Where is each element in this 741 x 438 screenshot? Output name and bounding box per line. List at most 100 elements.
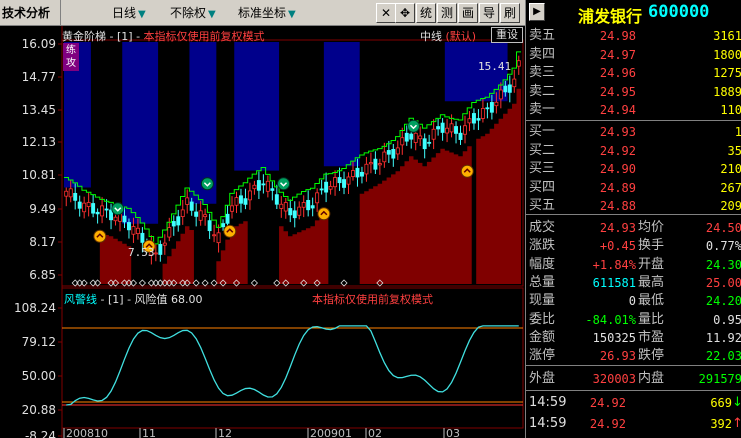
bid-row[interactable]: 买一 24.93 1 <box>526 123 741 141</box>
y-tick-label: -8.24 <box>25 429 56 438</box>
candle-body <box>395 147 400 155</box>
ask-price: 24.97 <box>599 47 636 62</box>
tick-price: 24.92 <box>589 417 626 431</box>
candle-body <box>418 135 423 140</box>
panel-toggle-button[interactable]: ▶ <box>529 3 545 21</box>
candle-body <box>333 177 338 188</box>
tick-volume: 669 <box>710 396 732 410</box>
stat-label: 涨停 <box>529 348 556 364</box>
candle-body <box>239 195 243 204</box>
candle-body <box>507 84 512 93</box>
candle-body <box>463 125 467 135</box>
stat-row: 成交 24.93 均价 24.50 <box>526 219 741 237</box>
candle-body <box>95 211 100 215</box>
ask-volume: 1889 <box>713 84 741 99</box>
quote-panel: 卖五 24.98 3161 卖四 24.97 1800 卖三 24.96 1275 卖二 24.95… <box>525 26 741 438</box>
stat-label: 开盘 <box>638 256 665 272</box>
bid-volume: 210 <box>720 162 741 176</box>
draw-button[interactable]: 画 <box>458 3 478 23</box>
candle-body <box>485 107 490 110</box>
candle-body <box>243 198 248 205</box>
stat-row: 金额 150325 市盈 11.92 <box>526 329 741 347</box>
ask-row[interactable]: 卖四 24.97 1800 <box>526 46 741 64</box>
ask-row[interactable]: 卖五 24.98 3161 <box>526 27 741 45</box>
stock-code: 600000 <box>648 2 710 22</box>
x-tick-label: 03 <box>446 427 460 438</box>
candle-body <box>404 132 409 142</box>
risk-label: 风险值 <box>134 293 168 306</box>
candle-body <box>225 213 230 224</box>
candle-body <box>422 138 427 150</box>
bid-price: 24.89 <box>599 180 636 195</box>
y-tick-label: 16.09 <box>22 37 56 51</box>
divider <box>526 365 741 366</box>
candle-body <box>247 190 252 201</box>
bid-row[interactable]: 买五 24.88 209 <box>526 197 741 215</box>
sub-indicator-notice: 本指标仅使用前复权模式 <box>312 293 433 306</box>
indicator-name[interactable]: 黄金阶梯 <box>62 30 106 43</box>
guide-button[interactable]: 导 <box>479 3 499 23</box>
stat-label: 金额 <box>529 329 556 345</box>
ask-price: 24.94 <box>599 103 636 117</box>
ask-row[interactable]: 卖三 24.96 1275 <box>526 64 741 82</box>
sell-signal-icon <box>223 224 237 238</box>
outer-value: 320003 <box>592 372 636 386</box>
candle-body <box>100 205 105 217</box>
buy-signal-icon <box>111 202 125 216</box>
candle-body <box>489 102 494 113</box>
candle-body <box>471 113 476 124</box>
adjust-select[interactable]: 不除权 ▼ <box>170 4 216 21</box>
y-tick-label: 13.45 <box>22 103 56 117</box>
candle-body <box>368 162 373 165</box>
stat-row: 涨停 26.93 跌停 22.03 <box>526 347 741 365</box>
bid-row[interactable]: 买四 24.89 267 <box>526 179 741 197</box>
stat-label: 换手 <box>638 238 665 254</box>
refresh-button[interactable]: 刷 <box>500 3 520 23</box>
sub-indicator-name[interactable]: 风警线 <box>64 293 97 306</box>
stat-row: 委比 -84.01% 量比 0.95 <box>526 311 741 329</box>
candle-body <box>427 141 432 144</box>
stat-button[interactable]: 统 <box>416 3 436 23</box>
candle-body <box>458 132 463 140</box>
stat-label: 成交 <box>529 220 556 235</box>
move-button[interactable]: ✥ <box>395 3 415 23</box>
indicator-notice: 本指标仅使用前复权模式 <box>143 30 265 43</box>
ladder-band-blue <box>323 42 360 167</box>
close-icon[interactable]: ✕ <box>376 3 396 23</box>
period-select[interactable]: 日线 ▼ <box>112 4 146 21</box>
side-tag[interactable]: 练 攻 <box>63 43 79 71</box>
candle-body <box>386 150 391 155</box>
ask-volume: 1800 <box>713 47 741 62</box>
stat-label: 最高 <box>638 274 665 290</box>
reset-button[interactable]: 重设 <box>491 27 523 43</box>
stock-name: 浦发银行 <box>578 7 643 26</box>
candle-body <box>180 209 185 217</box>
candle-body <box>203 214 208 218</box>
candle-body <box>167 227 172 238</box>
candle-body <box>413 132 418 143</box>
stat-value: 24.20 <box>705 294 741 309</box>
measure-button[interactable]: 测 <box>437 3 457 23</box>
ask-row[interactable]: 卖一 24.94 110 <box>526 101 741 119</box>
candle-body <box>449 123 454 133</box>
arrow-down-icon: ↓ <box>732 395 741 410</box>
bid-volume: 267 <box>720 180 741 195</box>
stat-row: 总量 611581 最高 25.00 <box>526 274 741 292</box>
coord-select[interactable]: 标准坐标 ▼ <box>238 4 296 21</box>
arrow-up-icon: ↑ <box>732 416 741 431</box>
divider <box>526 120 741 121</box>
candle-body <box>391 149 396 159</box>
kline-chart[interactable]: 16.09 14.77 13.45 12.13 10.81 9.49 8.17 6.85 108… <box>0 26 525 438</box>
x-tick-label: 200810 <box>66 427 108 438</box>
ask-price: 24.96 <box>599 66 636 80</box>
candle-body <box>288 208 293 216</box>
candle-body <box>158 244 163 255</box>
stock-header: ▶ 浦发银行 600000 <box>525 0 741 26</box>
bid-row[interactable]: 买二 24.92 35 <box>526 142 741 160</box>
bid-row[interactable]: 买三 24.90 210 <box>526 160 741 178</box>
main-indicator-header: 黄金阶梯 - [1] - 本指标仅使用前复权模式 <box>62 30 265 43</box>
ask-row[interactable]: 卖二 24.95 1889 <box>526 83 741 101</box>
candle-body <box>194 211 199 217</box>
ladder-band-blue <box>122 42 159 224</box>
candle-body <box>445 127 450 134</box>
